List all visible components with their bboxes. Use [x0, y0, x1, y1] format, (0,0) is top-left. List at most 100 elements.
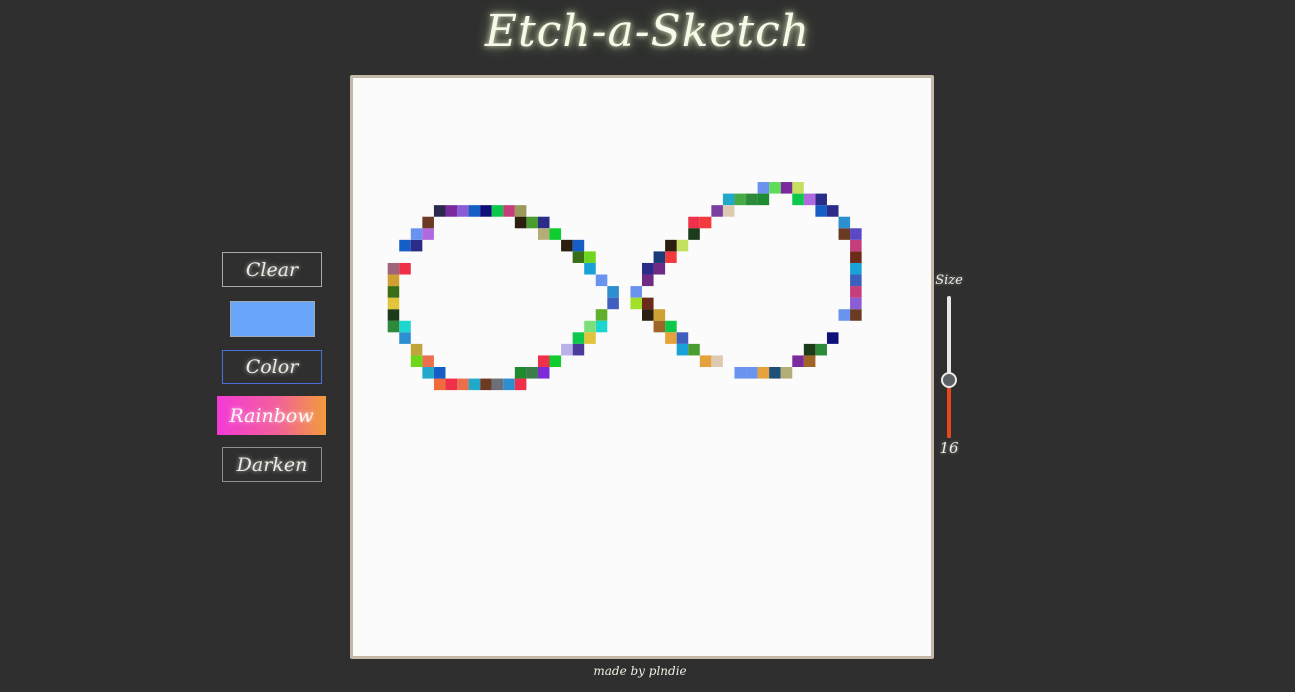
painted-cell: [688, 343, 700, 356]
painted-cell: [838, 309, 851, 321]
rainbow-mode-button[interactable]: Rainbow: [217, 396, 326, 435]
painted-cell: [757, 182, 770, 194]
painted-cell: [803, 355, 816, 367]
painted-cell: [642, 274, 654, 287]
painted-cell: [468, 205, 481, 217]
painted-cell: [561, 239, 573, 252]
painted-cell: [584, 251, 596, 263]
painted-cell: [387, 262, 400, 275]
painted-cell: [399, 320, 411, 333]
painted-cell: [769, 182, 781, 194]
painted-cell: [480, 378, 492, 391]
painted-cell: [826, 205, 839, 217]
painted-cell: [850, 297, 862, 310]
painted-cell: [746, 367, 758, 379]
size-slider-thumb[interactable]: [941, 371, 957, 388]
painted-cell: [665, 239, 677, 252]
footer-credit: made by plndie: [593, 664, 687, 678]
painted-cell: [503, 378, 515, 391]
darken-mode-button[interactable]: Darken: [222, 447, 322, 482]
painted-cell: [537, 216, 550, 229]
painted-cell: [815, 343, 827, 356]
painted-cell: [792, 182, 804, 194]
painted-cell: [607, 297, 619, 310]
painted-cell: [722, 205, 735, 217]
painted-cell: [457, 378, 469, 391]
color-picker-swatch[interactable]: [230, 301, 315, 337]
painted-cell: [734, 367, 747, 379]
painted-cell: [850, 262, 862, 275]
painted-cell: [457, 205, 469, 217]
color-mode-button[interactable]: Color: [222, 350, 322, 384]
painted-cell: [850, 228, 862, 240]
painted-cell: [757, 193, 770, 206]
painted-cell: [792, 193, 804, 206]
size-label: Size: [935, 273, 963, 288]
sketch-grid[interactable]: [350, 75, 934, 659]
painted-cell: [838, 228, 851, 240]
painted-cell: [410, 239, 423, 252]
painted-cell: [653, 251, 666, 263]
painted-cell: [433, 205, 446, 217]
painted-cell: [410, 355, 423, 367]
painted-cell: [803, 343, 816, 356]
painted-cell: [688, 216, 700, 229]
painted-cell: [850, 251, 862, 263]
painted-cell: [850, 309, 862, 321]
painted-cell: [792, 355, 804, 367]
painted-cell: [757, 367, 770, 379]
painted-cell: [537, 367, 550, 379]
painted-cell: [746, 193, 758, 206]
painted-cell: [491, 378, 504, 391]
painted-cell: [445, 378, 458, 391]
painted-cell: [653, 320, 666, 333]
painted-cell: [653, 309, 666, 321]
painted-cell: [653, 262, 666, 275]
painted-cell: [722, 193, 735, 206]
size-value: 16: [939, 439, 959, 457]
painted-cell: [676, 343, 689, 356]
painted-cell: [595, 309, 608, 321]
painted-cell: [584, 320, 596, 333]
painted-cell: [595, 274, 608, 287]
painted-cell: [387, 297, 400, 310]
painted-cell: [514, 216, 527, 229]
painted-cell: [699, 216, 712, 229]
painted-cell: [491, 205, 504, 217]
painted-cell: [537, 228, 550, 240]
painted-cell: [642, 297, 654, 310]
painted-cell: [480, 205, 492, 217]
painted-cell: [665, 251, 677, 263]
painted-cell: [572, 251, 585, 263]
painted-cell: [549, 228, 562, 240]
painted-cell: [711, 205, 723, 217]
painted-cell: [549, 355, 562, 367]
painted-cell: [711, 355, 723, 367]
painted-cell: [826, 332, 839, 344]
painted-cell: [815, 205, 827, 217]
painted-cell: [399, 239, 411, 252]
painted-cell: [769, 367, 781, 379]
painted-cell: [630, 297, 642, 310]
clear-button[interactable]: Clear: [222, 252, 322, 287]
page-title: Etch-a-Sketch: [484, 6, 811, 57]
painted-cell: [572, 343, 585, 356]
painted-cell: [838, 216, 851, 229]
painted-cell: [410, 343, 423, 356]
painted-cell: [445, 205, 458, 217]
painted-cell: [387, 274, 400, 287]
painted-cell: [815, 193, 827, 206]
painted-cell: [422, 216, 434, 229]
painted-cell: [665, 332, 677, 344]
painted-cell: [503, 205, 515, 217]
painted-cell: [410, 228, 423, 240]
size-slider[interactable]: [939, 296, 959, 438]
painted-cell: [584, 262, 596, 275]
painted-cell: [676, 239, 689, 252]
painted-cell: [688, 228, 700, 240]
painted-cell: [850, 274, 862, 287]
painted-cell: [514, 378, 527, 391]
painted-cell: [561, 343, 573, 356]
painted-cell: [699, 355, 712, 367]
painted-cell: [422, 228, 434, 240]
